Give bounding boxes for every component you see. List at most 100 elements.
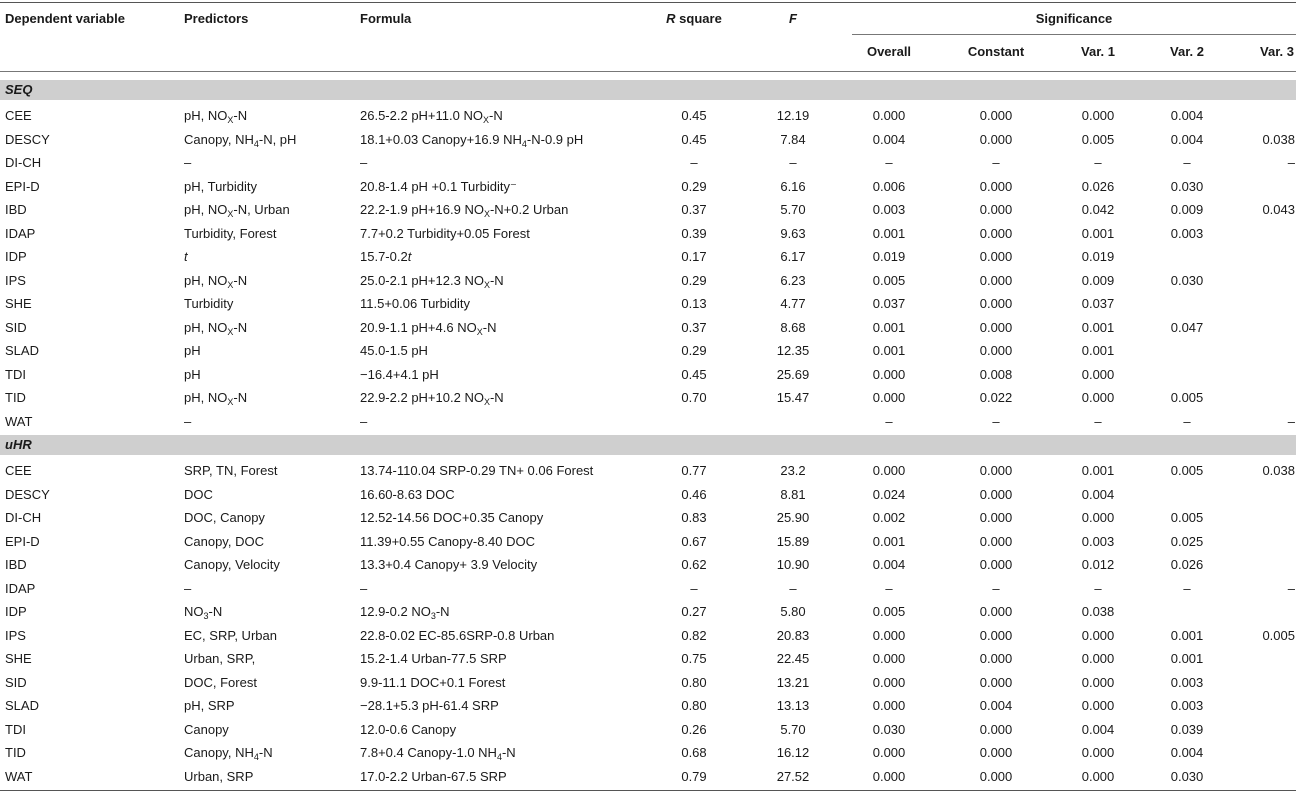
header-predictors: Predictors [184, 11, 249, 26]
cell-dependent-variable: IBD [5, 202, 27, 217]
cell-constant: 0.000 [979, 108, 1013, 123]
cell-var2: – [1183, 414, 1191, 429]
cell-constant: 0.000 [979, 273, 1013, 288]
cell-overall: 0.005 [872, 273, 906, 288]
cell-f: 20.83 [776, 628, 810, 643]
cell-formula: – [360, 155, 368, 170]
cell-predictors: NO3-N [184, 604, 223, 621]
cell-constant: 0.000 [979, 132, 1013, 147]
cell-overall: 0.001 [872, 226, 906, 241]
table-row: IBD pH, NOX-N, Urban 22.2-1.9 pH+16.9 NOX-… [0, 198, 1296, 221]
cell-var1: 0.001 [1081, 343, 1115, 358]
cell-var1: 0.037 [1081, 296, 1115, 311]
cell-dependent-variable: SID [5, 320, 27, 335]
cell-r-square: 0.39 [681, 226, 707, 241]
table-row: CEE pH, NOX-N 26.5-2.2 pH+11.0 NOX-N 0.45 12… [0, 104, 1296, 127]
header-f-text: F [789, 11, 797, 26]
cell-dependent-variable: DI-CH [5, 510, 42, 525]
cell-var2: 0.003 [1170, 675, 1204, 690]
cell-f: – [789, 581, 797, 596]
cell-overall: 0.006 [872, 179, 906, 194]
table-row: SID pH, NOX-N 20.9-1.1 pH+4.6 NOX-N 0.37 8.6… [0, 316, 1296, 339]
cell-predictors: Turbidity, Forest [184, 226, 277, 241]
cell-dependent-variable: CEE [5, 463, 32, 478]
cell-dependent-variable: SLAD [5, 343, 39, 358]
cell-f: 9.63 [780, 226, 806, 241]
cell-constant: 0.008 [979, 367, 1013, 382]
cell-f: – [789, 155, 797, 170]
cell-r-square: – [690, 155, 698, 170]
cell-var3: 0.038 [1262, 132, 1295, 147]
cell-var2: 0.003 [1170, 698, 1204, 713]
cell-overall: 0.024 [872, 487, 906, 502]
table-row: SHE Turbidity 11.5+0.06 Turbidity 0.13 4.77 0… [0, 292, 1296, 315]
cell-var2: 0.005 [1170, 463, 1204, 478]
cell-formula: 22.2-1.9 pH+16.9 NOX-N+0.2 Urban [360, 202, 569, 219]
cell-var1: 0.000 [1081, 390, 1115, 405]
header-f: F [789, 11, 797, 27]
cell-constant: 0.022 [979, 390, 1013, 405]
cell-overall: 0.019 [872, 249, 906, 264]
cell-overall: 0.001 [872, 320, 906, 335]
header-significance: Significance [1035, 11, 1113, 26]
cell-overall: 0.000 [872, 675, 906, 690]
cell-r-square: 0.13 [681, 296, 707, 311]
table-row: IPS pH, NOX-N 25.0-2.1 pH+12.3 NOX-N 0.29 6.… [0, 269, 1296, 292]
cell-formula: 13.74-110.04 SRP-0.29 TN+ 0.06 Forest [360, 463, 594, 478]
cell-f: 5.70 [780, 722, 806, 737]
cell-f: 6.23 [780, 273, 806, 288]
cell-overall: 0.004 [872, 132, 906, 147]
cell-formula: 9.9-11.1 DOC+0.1 Forest [360, 675, 506, 690]
cell-formula: 26.5-2.2 pH+11.0 NOX-N [360, 108, 503, 125]
cell-overall: 0.004 [872, 557, 906, 572]
cell-var1: 0.001 [1081, 320, 1115, 335]
section-label: uHR [5, 437, 32, 452]
cell-var1: 0.000 [1081, 698, 1115, 713]
cell-predictors: pH, Turbidity [184, 179, 257, 194]
cell-var1: 0.001 [1081, 463, 1115, 478]
cell-dependent-variable: WAT [5, 769, 33, 784]
cell-var2: 0.026 [1170, 557, 1204, 572]
cell-var2: 0.001 [1170, 628, 1204, 643]
cell-dependent-variable: DESCY [5, 487, 50, 502]
cell-dependent-variable: EPI-D [5, 179, 40, 194]
cell-formula: 11.39+0.55 Canopy-8.40 DOC [360, 534, 536, 549]
cell-overall: 0.000 [872, 463, 906, 478]
cell-r-square: 0.46 [681, 487, 707, 502]
header-formula: Formula [360, 11, 412, 26]
cell-var1: 0.000 [1081, 769, 1115, 784]
table-row: DI-CH DOC, Canopy 12.52-14.56 DOC+0.35 Can… [0, 506, 1296, 529]
cell-constant: 0.000 [979, 722, 1013, 737]
cell-predictors: pH, NOX-N [184, 320, 248, 337]
header-r-square: R square [666, 11, 722, 27]
cell-var1: 0.012 [1081, 557, 1115, 572]
cell-dependent-variable: IPS [5, 273, 26, 288]
cell-predictors: SRP, TN, Forest [184, 463, 278, 478]
cell-var2: 0.030 [1170, 179, 1204, 194]
cell-var1: 0.004 [1081, 722, 1115, 737]
cell-f: 5.80 [780, 604, 806, 619]
cell-dependent-variable: IDAP [5, 226, 36, 241]
cell-dependent-variable: SHE [5, 651, 32, 666]
cell-dependent-variable: IDAP [5, 581, 36, 596]
cell-var1: 0.000 [1081, 510, 1115, 525]
cell-formula: 18.1+0.03 Canopy+16.9 NH4-N-0.9 pH [360, 132, 584, 149]
cell-formula: 12.52-14.56 DOC+0.35 Canopy [360, 510, 544, 525]
cell-r-square: 0.45 [681, 367, 707, 382]
cell-r-square: 0.37 [681, 320, 707, 335]
cell-dependent-variable: CEE [5, 108, 32, 123]
cell-f: 15.89 [776, 534, 810, 549]
cell-f: 7.84 [780, 132, 806, 147]
cell-r-square: 0.77 [681, 463, 707, 478]
cell-r-square: 0.27 [681, 604, 707, 619]
cell-formula: 20.9-1.1 pH+4.6 NOX-N [360, 320, 497, 337]
cell-var1: – [1094, 414, 1102, 429]
cell-var1: 0.019 [1081, 249, 1115, 264]
cell-r-square: 0.45 [681, 108, 707, 123]
header-bottom-rule [0, 71, 1296, 72]
cell-var1: 0.000 [1081, 367, 1115, 382]
table-row: SLAD pH, SRP −28.1+5.3 pH-61.4 SRP 0.80 13.1… [0, 694, 1296, 717]
cell-overall: 0.002 [872, 510, 906, 525]
cell-overall: – [885, 414, 893, 429]
cell-r-square: 0.29 [681, 179, 707, 194]
